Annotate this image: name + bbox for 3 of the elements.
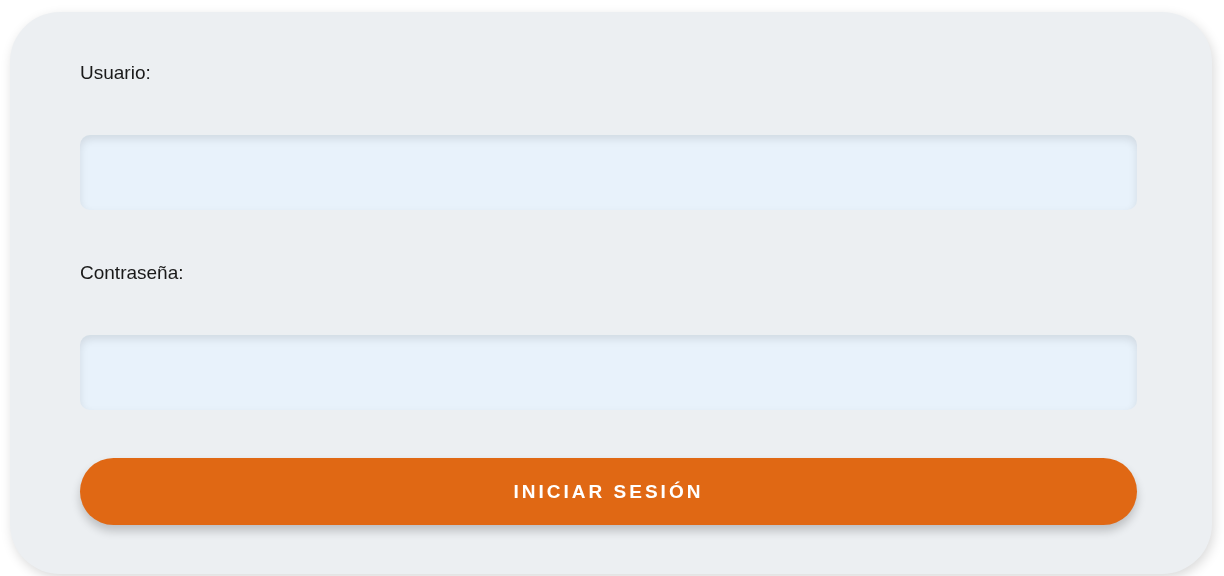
field-label: Contraseña: [80,262,184,284]
login-button[interactable]: INICIAR SESIÓN [80,458,1137,525]
field-label: Usuario: [80,62,151,84]
